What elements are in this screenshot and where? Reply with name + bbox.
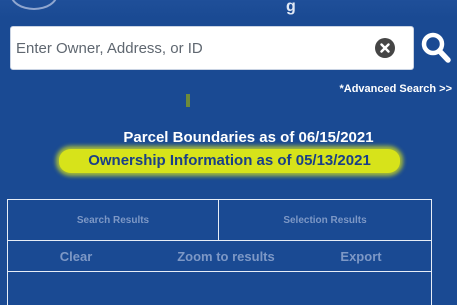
- seal-logo: [10, 0, 58, 10]
- clear-search-button[interactable]: [375, 38, 395, 58]
- ownership-highlight: Ownership Information as of 05/13/2021: [59, 149, 400, 173]
- tab-selection-results[interactable]: Selection Results: [219, 200, 431, 240]
- search-icon: [421, 32, 451, 63]
- zoom-to-results-button[interactable]: Zoom to results: [156, 241, 296, 271]
- close-icon: [380, 43, 390, 53]
- advanced-search-link[interactable]: *Advanced Search >>: [339, 83, 452, 95]
- search-input[interactable]: [10, 26, 414, 70]
- header-bar: g: [0, 0, 457, 18]
- header-title-fragment: g: [286, 0, 296, 15]
- search-button[interactable]: [420, 31, 452, 65]
- ownership-info-date: Ownership Information as of 05/13/2021: [88, 152, 371, 169]
- search-bar: [10, 26, 452, 70]
- tab-search-results[interactable]: Search Results: [8, 200, 219, 240]
- text-cursor-mark: [186, 94, 190, 107]
- export-button[interactable]: Export: [318, 241, 404, 271]
- results-action-bar: Clear Zoom to results Export: [8, 240, 431, 272]
- parcel-boundaries-date: Parcel Boundaries as of 06/15/2021: [123, 129, 374, 146]
- results-panel: Search Results Selection Results Clear Z…: [7, 199, 432, 305]
- clear-button[interactable]: Clear: [33, 241, 119, 271]
- results-list: [8, 272, 431, 305]
